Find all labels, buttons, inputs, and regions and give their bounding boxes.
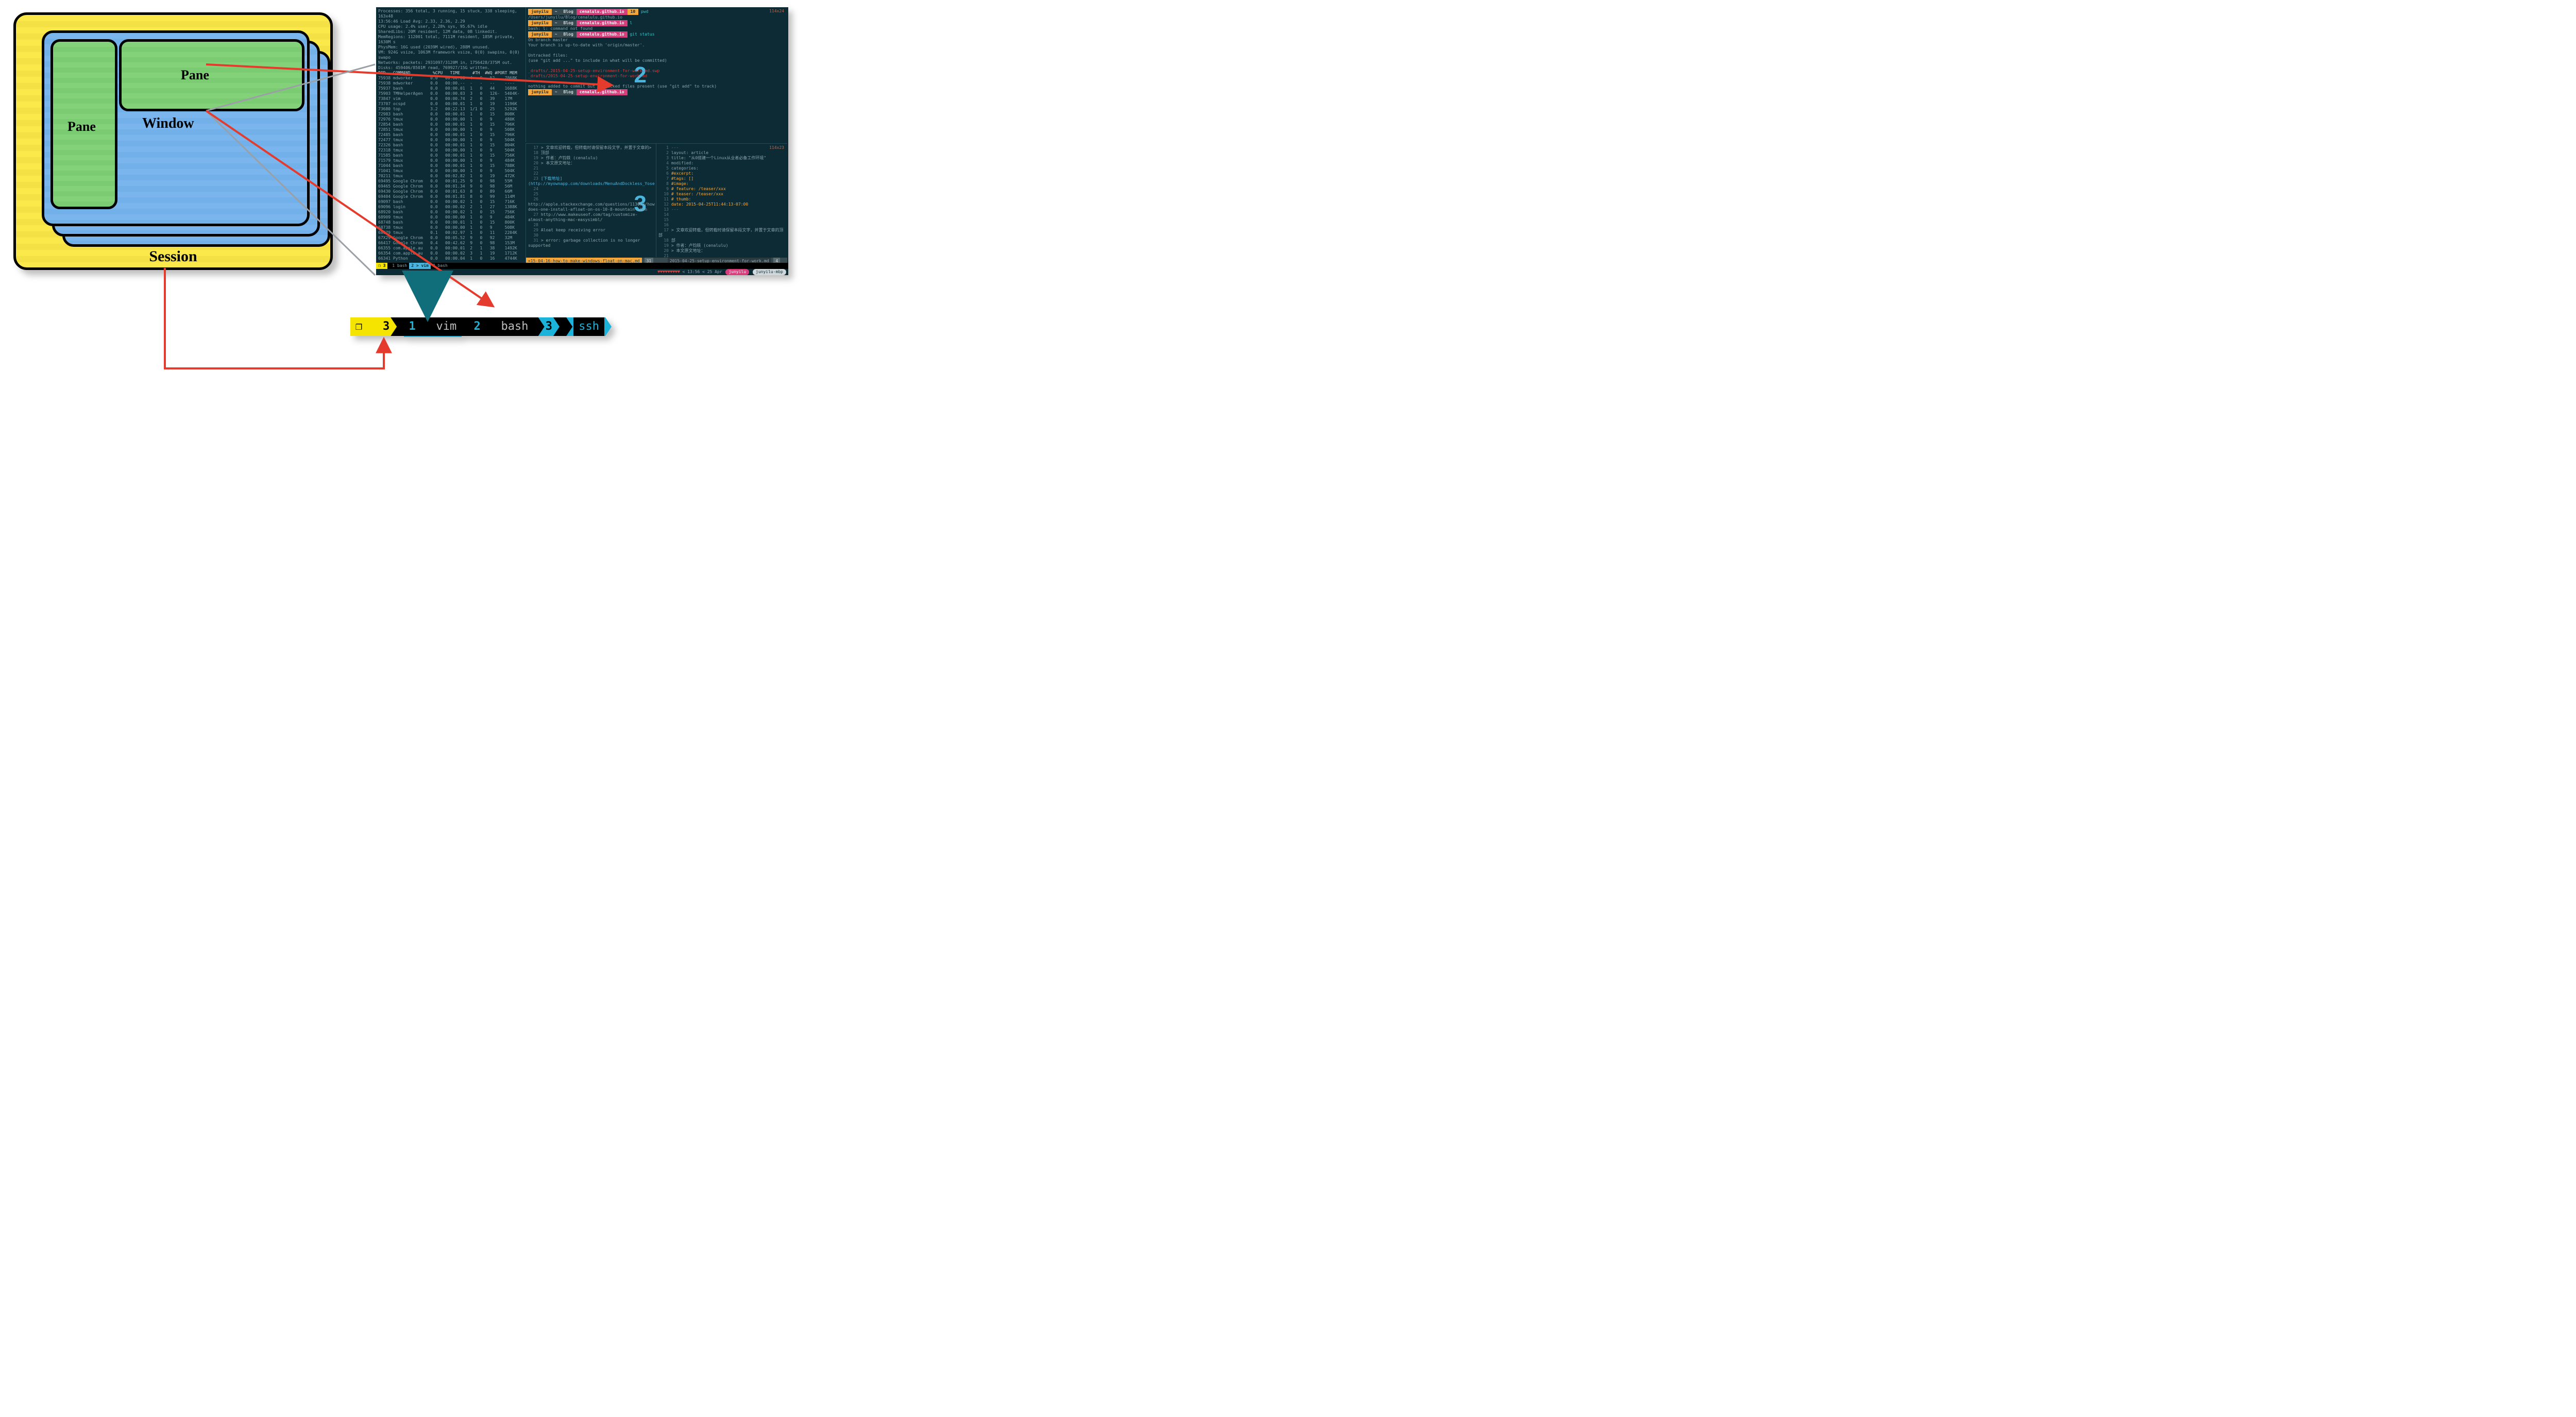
session-number: 3 <box>383 317 389 336</box>
clock-time: 13:56 <box>687 269 700 274</box>
hearts-icon: ♥♥♥♥♥♥♥♥♥ <box>657 269 680 274</box>
pane-top-right: 114x24 junyilu~Blogcenalulu.github.io10 … <box>526 7 787 142</box>
pane-label-top: Pane <box>181 68 209 83</box>
top-process-rows: 75938 mdworker 0.0 00:00.06 4 0 52 7868K… <box>378 76 522 261</box>
pane-box-top: Pane <box>119 39 304 111</box>
status-session-badge[interactable]: ❐ 3 <box>350 317 397 336</box>
window-label: Window <box>142 115 194 132</box>
session-label: Session <box>16 248 330 265</box>
user-pill: junyilu <box>725 269 749 275</box>
mini-session[interactable]: ❐ 3 <box>376 263 387 269</box>
window-box-front: Window Pane Pane <box>42 30 310 226</box>
clock-date: 25 Apr <box>707 269 722 274</box>
window-tab-1[interactable]: 1 vim <box>404 317 462 337</box>
mini-window-tabs[interactable]: 1 bash2 > vim3 bash <box>390 263 450 268</box>
tmux-terminal-screenshot: 2 3 Processes: 356 total, 3 running, 15 … <box>376 7 788 275</box>
session-box: Session Window Pane Pane <box>13 12 333 270</box>
window-tab-3-index[interactable]: 3 <box>538 317 560 336</box>
tmux-concept-diagram: Session Window Pane Pane <box>8 7 338 275</box>
pane-box-left: Pane <box>50 39 117 209</box>
window-tab-2[interactable]: 2 bash <box>469 317 534 336</box>
window-tab-3[interactable]: ssh <box>566 317 612 336</box>
pane-top-left: Processes: 356 total, 3 running, 15 stuc… <box>376 7 524 265</box>
vim-left-split: 17 > 文章欢迎转载，但转载时请保留本段文字，并置于文章的>18 顶部19 >… <box>526 144 655 257</box>
top-output-header: Processes: 356 total, 3 running, 15 stuc… <box>378 9 522 71</box>
tmux-status-bar[interactable]: ❐ 3 1 bash2 > vim3 bash <box>376 263 788 269</box>
vim-left-body: 17 > 文章欢迎转载，但转载时请保留本段文字，并置于文章的>18 顶部19 >… <box>528 145 653 248</box>
session-icon: ❐ <box>355 317 362 336</box>
host-pill: junyilu-mbp <box>753 269 786 275</box>
vim-right-split: 1 ---2 layout: article3 title: "从0搭建一个Li… <box>656 144 787 257</box>
top-columns: PID COMMAND %CPU TIME #TH #WQ #PORT MEM <box>378 71 522 76</box>
window-stack: Window Pane Pane <box>42 30 325 242</box>
pane-bottom-right: 114x23 17 > 文章欢迎转载，但转载时请保留本段文字，并置于文章的>18… <box>526 143 787 265</box>
pane-label-left: Pane <box>67 119 96 134</box>
shell-output-lines: junyilu~Blogcenalulu.github.io10 pwd/Use… <box>528 9 785 95</box>
tmux-bottom-info: ♥♥♥♥♥♥♥♥♥ < 13:56 < 25 Apr junyilu junyi… <box>376 269 788 275</box>
vim-right-body: 1 ---2 layout: article3 title: "从0搭建一个Li… <box>658 145 785 257</box>
pane-size-top-right: 114x24 <box>769 9 784 14</box>
tmux-status-bar-zoom[interactable]: ❐ 3 1 vim 2 bash 3 ssh <box>350 317 605 336</box>
